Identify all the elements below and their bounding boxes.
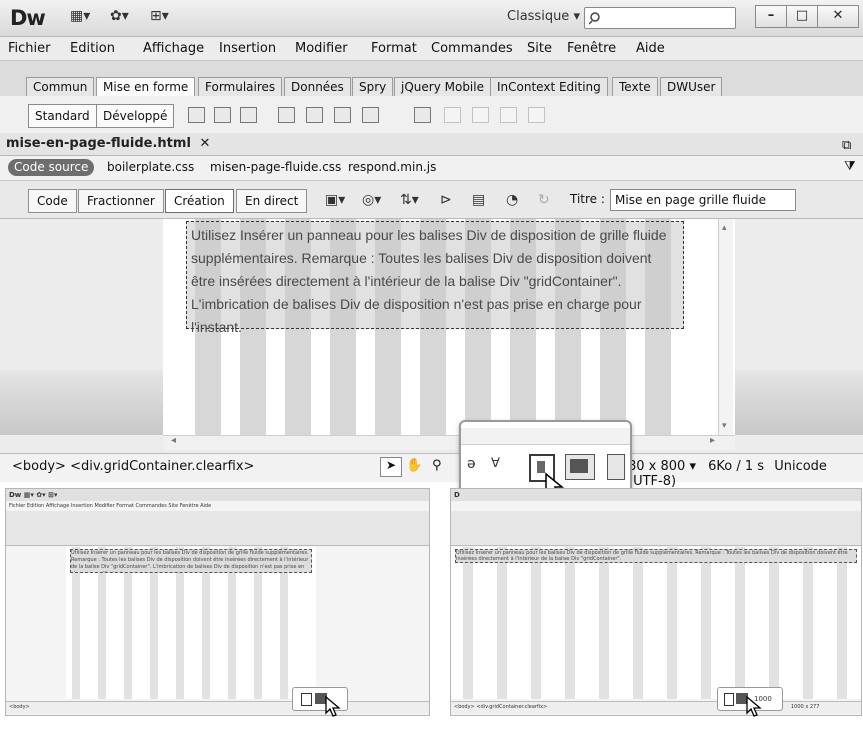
title-label: Titre :: [570, 192, 605, 206]
file-management-icon[interactable]: ⇅▾: [400, 192, 419, 208]
div-insert-icon[interactable]: [278, 107, 295, 123]
restore-panel-icon[interactable]: ⧉: [842, 138, 851, 153]
filter-icon[interactable]: ⧩: [844, 159, 856, 174]
search-input[interactable]: [584, 7, 736, 29]
fluid-grid-placeholder-div[interactable]: Utilisez Insérer un panneau pour les bal…: [186, 221, 684, 335]
tab-dwuser[interactable]: DWUser: [660, 77, 723, 97]
tab-mise-en-forme[interactable]: Mise en forme: [96, 77, 196, 97]
menu-fichier[interactable]: Fichier: [8, 41, 51, 56]
code-view-button[interactable]: Code: [28, 189, 77, 213]
code-source-button[interactable]: Code source: [8, 159, 95, 176]
site-menu-icon[interactable]: ⊞▾: [150, 8, 169, 24]
chevron-down-icon: ∀: [491, 456, 500, 471]
document-tab[interactable]: mise-en-page-fluide.html ✕: [6, 136, 210, 151]
app-logo: Dw: [10, 6, 46, 30]
window-size-select[interactable]: 80 x 800 ▾: [628, 459, 696, 474]
layout-menu-icon[interactable]: ▦▾: [70, 8, 90, 24]
zoom-tool-icon[interactable]: ⚲: [432, 458, 442, 473]
inspect-icon[interactable]: ⊳: [440, 192, 452, 208]
menu-modifier[interactable]: Modifier: [295, 41, 348, 56]
mouse-cursor-icon: [746, 695, 762, 717]
tab-commun[interactable]: Commun: [26, 77, 95, 97]
tab-donnees[interactable]: Données: [284, 77, 351, 97]
canvas-gutter: [0, 370, 163, 435]
layout-table-icon[interactable]: [240, 107, 257, 123]
tab-formulaires[interactable]: Formulaires: [198, 77, 283, 97]
ap-div-icon[interactable]: [306, 107, 323, 123]
hand-tool-icon[interactable]: ✋: [406, 458, 422, 473]
disabled-icon-2: [472, 107, 489, 123]
split-view-button[interactable]: Fractionner: [78, 189, 164, 213]
menu-commandes[interactable]: Commandes: [431, 41, 513, 56]
search-icon: [589, 12, 600, 25]
menu-format[interactable]: Format: [371, 41, 417, 56]
frameset-icon[interactable]: [414, 107, 431, 123]
thumbnail-desktop-view: D Utilisez Insérer un panneau pour les b…: [450, 488, 862, 717]
select-tool-icon[interactable]: ➤: [380, 457, 402, 477]
developpe-mode-button[interactable]: Développé: [96, 104, 175, 128]
download-size: 6Ko / 1 s: [708, 459, 765, 474]
tab-incontext-editing[interactable]: InContext Editing: [490, 77, 608, 97]
menu-site[interactable]: Site: [527, 41, 552, 56]
browser-preview-icon[interactable]: ◎▾: [362, 192, 381, 208]
close-button[interactable]: ✕: [817, 5, 859, 28]
disabled-icon-4: [528, 107, 545, 123]
related-file-respond[interactable]: respond.min.js: [348, 160, 436, 174]
thumbnail-mobile-view: Dw ▦▾ ✿▾ ⊞▾ Fichier Edition Affichage In…: [5, 488, 430, 717]
refresh-icon[interactable]: ↻: [538, 192, 550, 208]
related-file-misen-page[interactable]: misen-page-fluide.css: [210, 160, 341, 174]
tab-close-icon[interactable]: ✕: [199, 136, 210, 151]
gear-menu-icon[interactable]: ✿▾: [110, 8, 129, 24]
horizontal-scrollbar[interactable]: ◂ ▸: [163, 435, 735, 450]
validate-icon[interactable]: ◔: [506, 192, 518, 208]
tab-texte[interactable]: Texte: [612, 77, 658, 97]
visual-aids-icon[interactable]: ▤: [472, 192, 485, 208]
vertical-scrollbar[interactable]: ▴ ▾: [718, 219, 733, 435]
desktop-size-button[interactable]: [607, 454, 625, 480]
fluid-grid-icon[interactable]: [334, 107, 351, 123]
mouse-cursor-icon: [325, 695, 341, 717]
tag-selector[interactable]: <body> <div.gridContainer.clearfix>: [12, 459, 254, 474]
image-table-icon[interactable]: [214, 107, 231, 123]
disabled-icon-3: [500, 107, 517, 123]
related-file-boilerplate[interactable]: boilerplate.css: [107, 160, 194, 174]
minimize-button[interactable]: –: [755, 5, 787, 28]
menu-aide[interactable]: Aide: [636, 41, 665, 56]
disabled-icon-1: [444, 107, 461, 123]
document-title-input[interactable]: Mise en page grille fluide: [610, 189, 796, 211]
multiscreen-icon[interactable]: ▣▾: [325, 192, 345, 208]
menu-insertion[interactable]: Insertion: [219, 41, 276, 56]
menu-edition[interactable]: Edition: [70, 41, 115, 56]
tab-jquery-mobile[interactable]: jQuery Mobile: [394, 77, 491, 97]
canvas-gutter: [735, 370, 863, 435]
menu-fenetre[interactable]: Fenêtre: [567, 41, 616, 56]
maximize-button[interactable]: □: [786, 5, 818, 28]
menu-affichage[interactable]: Affichage: [143, 41, 204, 56]
tablet-size-button[interactable]: [565, 454, 595, 480]
live-view-button[interactable]: En direct: [236, 189, 308, 213]
design-view-button[interactable]: Création: [165, 189, 234, 213]
workspace-switcher[interactable]: Classique ▾: [507, 9, 580, 24]
standard-mode-button[interactable]: Standard: [28, 104, 97, 128]
frame-icon[interactable]: [362, 107, 379, 123]
table-icon[interactable]: [188, 107, 205, 123]
status-info: 80 x 800 ▾ 6Ko / 1 s Unicode (UTF-8): [628, 459, 863, 489]
tab-spry[interactable]: Spry: [352, 77, 394, 97]
